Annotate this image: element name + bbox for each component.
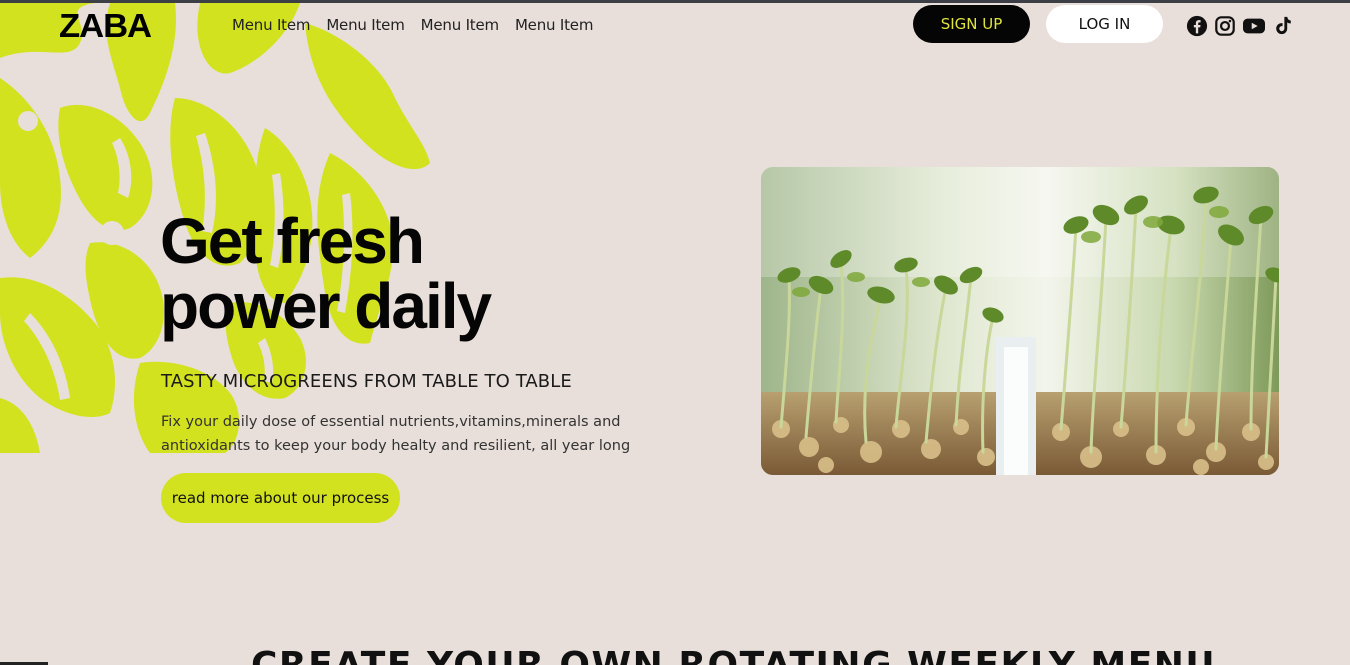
signup-button[interactable]: SIGN UP: [913, 5, 1030, 43]
social-links: [1186, 15, 1294, 37]
hero-description-line-1: Fix your daily dose of essential nutrien…: [161, 414, 621, 430]
nav-item-4[interactable]: Menu Item: [515, 15, 594, 35]
section-title-weekly-menu: CREATE YOUR OWN ROTATING WEEKLY MENU: [251, 646, 1216, 665]
facebook-icon[interactable]: [1186, 15, 1208, 37]
youtube-icon[interactable]: [1242, 15, 1266, 37]
login-button[interactable]: LOG IN: [1046, 5, 1163, 43]
instagram-icon[interactable]: [1214, 15, 1236, 37]
main-nav: Menu Item Menu Item Menu Item Menu Item: [232, 15, 593, 35]
nav-item-1[interactable]: Menu Item: [232, 15, 311, 35]
hero-description-line-2: antioxidants to keep your body healty an…: [161, 438, 631, 454]
hero-title: Get fresh power daily: [160, 209, 580, 339]
hero-description: Fix your daily dose of essential nutrien…: [161, 410, 631, 458]
microgreens-photo: [761, 167, 1279, 475]
nav-item-3[interactable]: Menu Item: [421, 15, 500, 35]
read-more-button[interactable]: read more about our process: [161, 473, 400, 523]
brand-logo[interactable]: ZABA: [59, 9, 152, 43]
hero-subtitle: TASTY MICROGREENS FROM TABLE TO TABLE: [161, 371, 572, 392]
hero-title-line-2: power daily: [160, 270, 492, 342]
hero-title-line-1: Get fresh: [160, 205, 425, 277]
tiktok-icon[interactable]: [1272, 15, 1294, 37]
nav-item-2[interactable]: Menu Item: [326, 15, 405, 35]
